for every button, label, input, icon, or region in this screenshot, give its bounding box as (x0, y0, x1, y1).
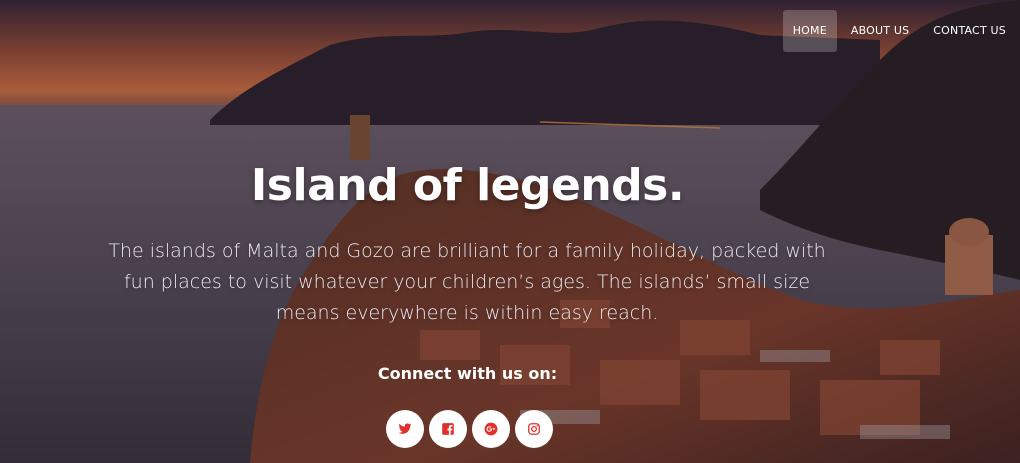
google-plus-button[interactable] (472, 410, 510, 448)
nav-contact-us[interactable]: CONTACT US (923, 10, 1016, 52)
hero-description: The islands of Malta and Gozo are brilli… (108, 240, 826, 324)
facebook-button[interactable] (429, 410, 467, 448)
twitter-icon (398, 422, 412, 436)
hero-title: Island of legends. (250, 160, 685, 211)
facebook-icon (441, 422, 455, 436)
connect-label: Connect with us on: (377, 364, 558, 383)
twitter-button[interactable] (386, 410, 424, 448)
hero-section: Island of legends. The islands of Malta … (0, 0, 935, 463)
instagram-icon (527, 422, 541, 436)
social-links (386, 410, 553, 448)
google-plus-icon (484, 422, 498, 436)
instagram-button[interactable] (515, 410, 553, 448)
